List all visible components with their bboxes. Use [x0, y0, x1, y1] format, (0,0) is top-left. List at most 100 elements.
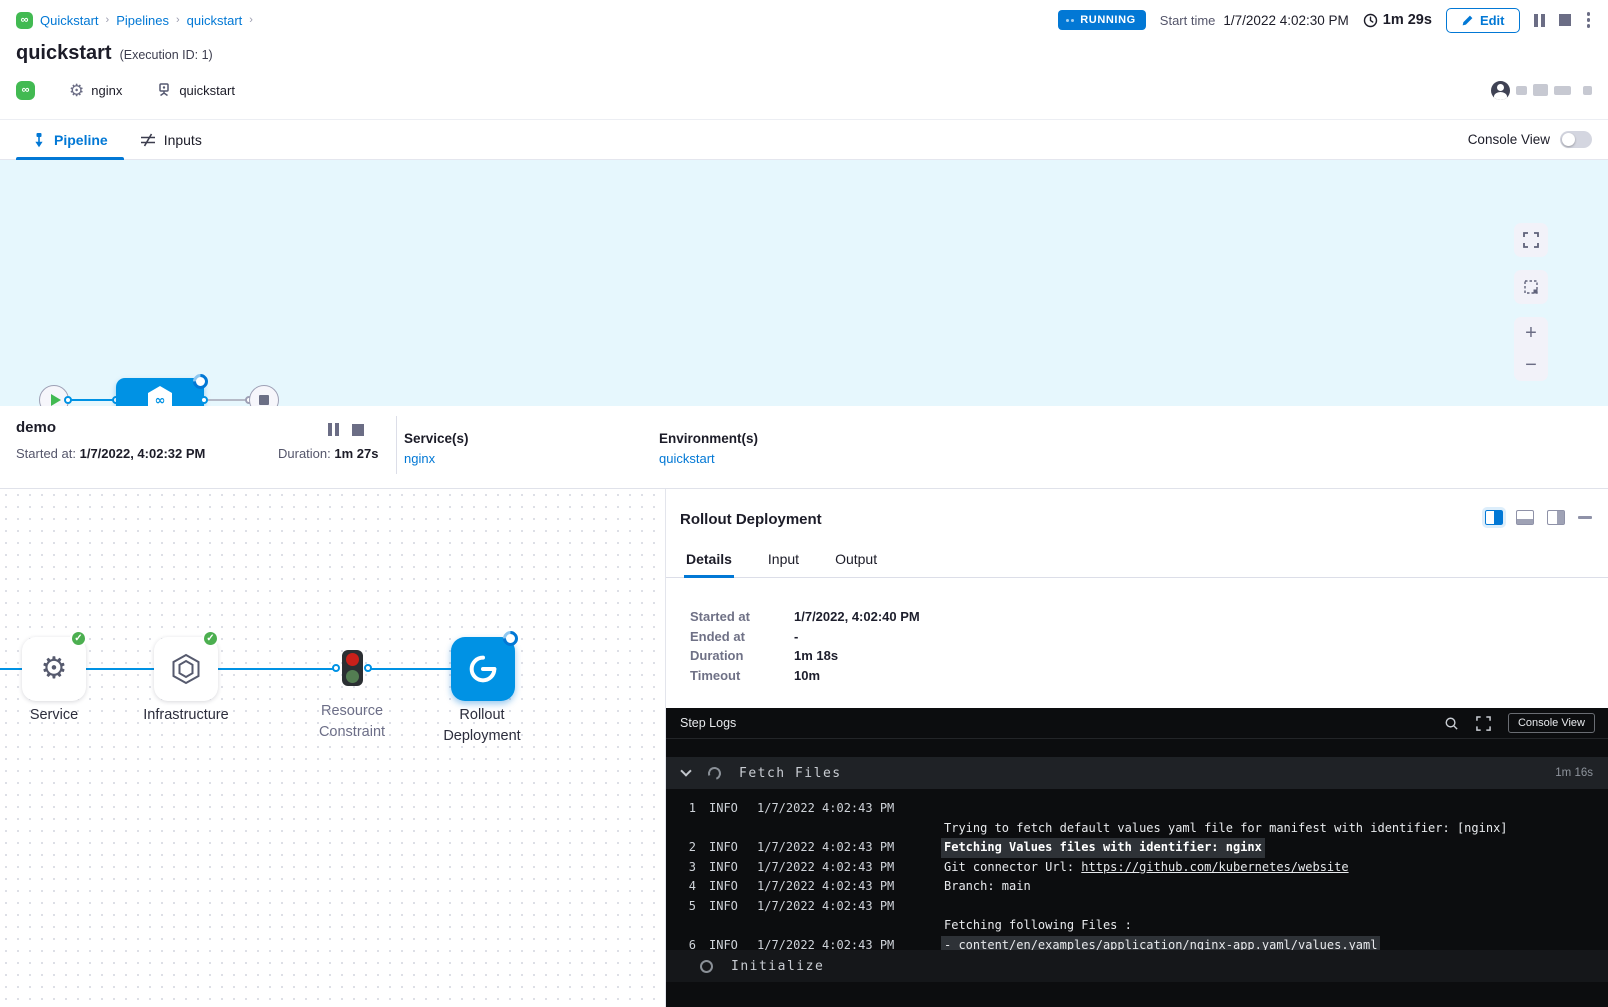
environments-header: Environment(s) — [659, 431, 758, 446]
top-header: ∞ Quickstart › Pipelines › quickstart › … — [0, 0, 1608, 40]
environment-link[interactable]: quickstart — [659, 451, 758, 466]
detail-row: Timeout10m — [690, 666, 920, 686]
marquee-select-icon — [1523, 279, 1539, 295]
chevron-down-icon — [680, 765, 691, 776]
chevron-right-icon: › — [106, 14, 110, 26]
canvas-reset-view-button[interactable] — [1514, 270, 1548, 304]
tab-inputs[interactable]: Inputs — [124, 120, 218, 159]
minimize-panel-button[interactable] — [1578, 516, 1592, 519]
execution-graph[interactable]: ⚙ ✓ ✓ Service Infrastructure ResourceCon… — [0, 489, 665, 1007]
logs-console-view-button[interactable]: Console View — [1508, 713, 1595, 733]
log-line: Fetching following Files : — [666, 916, 1608, 936]
tab-output[interactable]: Output — [835, 545, 877, 577]
log-section-initialize[interactable]: Initialize — [666, 950, 1608, 982]
gear-icon: ⚙ — [41, 654, 68, 684]
edge-connector-dot — [200, 396, 208, 404]
step-details-table: Started at1/7/2022, 4:02:40 PM Ended at-… — [690, 607, 920, 685]
pipeline-execution-page: ∞ Quickstart › Pipelines › quickstart › … — [0, 0, 1608, 1007]
view-tabbar: Pipeline Inputs Console View — [0, 119, 1608, 160]
detail-row: Started at1/7/2022, 4:02:40 PM — [690, 607, 920, 627]
layout-minimized-panel-button[interactable] — [1547, 510, 1565, 525]
redacted-text — [1554, 86, 1571, 95]
search-icon[interactable] — [1444, 716, 1459, 731]
stop-pipeline-button[interactable] — [1559, 14, 1571, 26]
breadcrumb: ∞ Quickstart › Pipelines › quickstart › — [16, 12, 253, 29]
environment-icon — [156, 82, 172, 98]
log-section-fetch-files[interactable]: Fetch Files 1m 16s — [666, 757, 1608, 789]
stop-icon — [259, 395, 269, 405]
expand-logs-icon[interactable] — [1476, 716, 1491, 731]
step-logs-title: Step Logs — [680, 716, 736, 730]
git-connector-link[interactable]: https://github.com/kubernetes/website — [1081, 860, 1348, 874]
tab-input[interactable]: Input — [768, 545, 799, 577]
stage-pause-button[interactable] — [328, 423, 339, 436]
step-detail-panel: Rollout Deployment Details Input Output … — [665, 489, 1608, 1007]
layout-right-panel-button[interactable] — [1485, 510, 1503, 525]
tab-pipeline[interactable]: Pipeline — [16, 120, 124, 159]
edge — [218, 668, 336, 670]
edge — [0, 668, 22, 670]
section-running-spinner — [706, 764, 723, 781]
redacted-text — [1533, 84, 1548, 96]
breadcrumb-quickstart[interactable]: Quickstart — [40, 13, 99, 28]
success-check-badge: ✓ — [202, 630, 219, 647]
stage-stop-button[interactable] — [352, 424, 364, 436]
redacted-text — [1516, 86, 1527, 95]
more-options-button[interactable] — [1585, 10, 1593, 30]
breadcrumb-pipelines[interactable]: Pipelines — [116, 13, 169, 28]
detail-row: Ended at- — [690, 627, 920, 647]
log-line: 5INFO1/7/2022 4:02:43 PM — [666, 897, 1608, 917]
edit-button[interactable]: Edit — [1446, 8, 1520, 33]
step-node-rollout-deployment[interactable] — [451, 637, 515, 701]
step-label: Infrastructure — [136, 705, 236, 726]
console-view-control: Console View — [1468, 131, 1592, 148]
step-logs-header: Step Logs Console View — [666, 708, 1608, 739]
console-view-toggle[interactable] — [1560, 131, 1592, 148]
edge — [204, 399, 249, 401]
step-node-resource-constraint[interactable] — [342, 650, 363, 686]
service-link[interactable]: nginx — [404, 451, 469, 466]
harness-project-icon: ∞ — [16, 12, 33, 29]
edge — [368, 668, 451, 670]
detail-row: Duration1m 18s — [690, 646, 920, 666]
panel-layout-controls — [1485, 510, 1592, 525]
pause-pipeline-button[interactable] — [1534, 14, 1545, 27]
status-badge: RUNNING — [1058, 10, 1146, 30]
fullscreen-icon — [1523, 232, 1539, 248]
gear-icon: ⚙ — [69, 82, 84, 99]
edge-connector-dot — [364, 664, 372, 672]
pipeline-canvas[interactable]: ∞ demo + − — [0, 160, 1608, 406]
console-view-label: Console View — [1468, 132, 1550, 147]
page-title: quickstart — [16, 42, 112, 65]
breadcrumb-pipeline-name[interactable]: quickstart — [187, 13, 243, 28]
zoom-in-button[interactable]: + — [1514, 317, 1548, 349]
log-body[interactable]: 1INFO1/7/2022 4:02:43 PM Trying to fetch… — [666, 799, 1608, 955]
infrastructure-icon — [169, 652, 203, 686]
stage-detail-bar: demo Started at: 1/7/2022, 4:02:32 PM Du… — [0, 406, 1608, 489]
services-header: Service(s) — [404, 431, 469, 446]
inputs-icon — [140, 133, 156, 147]
step-label: RolloutDeployment — [432, 705, 532, 747]
canvas-fullscreen-button[interactable] — [1514, 223, 1548, 257]
pencil-icon — [1461, 14, 1474, 27]
step-label: Service — [14, 705, 94, 726]
pending-circle-icon — [700, 960, 713, 973]
stage-started-at: Started at: 1/7/2022, 4:02:32 PM — [16, 446, 205, 461]
avatar — [1491, 81, 1510, 100]
section-duration: 1m 16s — [1555, 767, 1593, 779]
tab-details[interactable]: Details — [686, 545, 732, 577]
zoom-out-button[interactable]: − — [1514, 349, 1548, 381]
step-panel-title: Rollout Deployment — [680, 511, 822, 528]
layout-bottom-panel-button[interactable] — [1516, 510, 1534, 525]
edge — [69, 399, 116, 401]
environment-tag[interactable]: quickstart — [156, 82, 235, 98]
meta-row: ∞ ⚙ nginx quickstart — [16, 78, 1592, 102]
stage-name: demo — [16, 419, 56, 436]
log-line: 1INFO1/7/2022 4:02:43 PM — [666, 799, 1608, 819]
step-label: ResourceConstraint — [302, 701, 402, 743]
cd-module-icon: ∞ — [16, 81, 35, 100]
success-check-badge: ✓ — [70, 630, 87, 647]
service-tag[interactable]: ⚙ nginx — [69, 82, 122, 99]
section-name: Initialize — [731, 959, 824, 974]
execution-id: (Execution ID: 1) — [120, 48, 213, 62]
